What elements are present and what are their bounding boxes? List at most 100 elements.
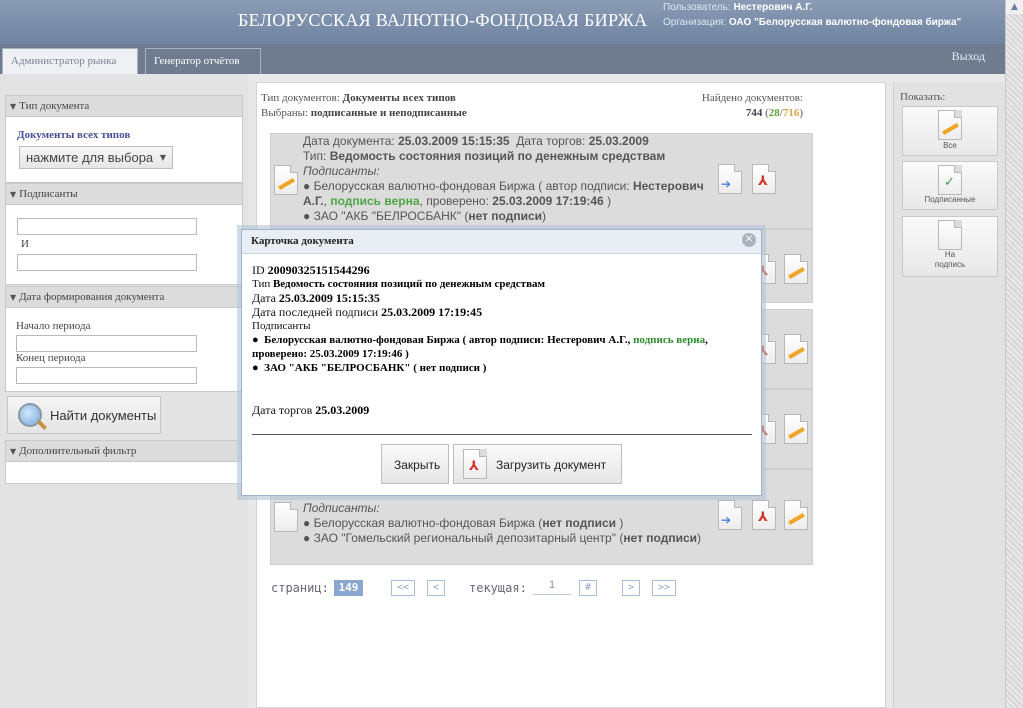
period-end-field[interactable] <box>16 367 197 384</box>
last-page-button[interactable]: >> <box>652 580 676 596</box>
find-documents-button[interactable]: Найти документы <box>7 396 161 434</box>
period-start-field[interactable] <box>16 335 197 352</box>
show-label: Показать: <box>900 91 946 103</box>
document-icon <box>938 110 962 140</box>
doctype-select-button[interactable]: нажмите для выбора ▼ <box>19 146 173 169</box>
found-label: Найдено документов: <box>701 92 803 104</box>
signers-section-header[interactable]: ▼ Подписанты <box>5 183 243 205</box>
doc-signer1-pre: Белорусская валютно-фондовая Биржа ( авт… <box>313 179 630 193</box>
doc5-signer1-status: нет подписи <box>542 516 616 530</box>
found-total: 744 <box>745 107 763 119</box>
org-label: Организация: <box>663 17 727 28</box>
date-section-header[interactable]: ▼ Дата формирования документа <box>5 286 243 308</box>
doc-signer2-pre: ЗАО "АКБ "БЕЛРОСБАНК" ( <box>313 209 469 223</box>
magnifier-icon <box>18 403 42 427</box>
user-name: Нестерович А.Г. <box>733 2 813 13</box>
go-page-button[interactable]: # <box>579 580 597 596</box>
first-page-button[interactable]: << <box>391 580 415 596</box>
select-button-label: нажмите для выбора <box>26 150 154 165</box>
types-value: Документы всех типов <box>342 92 456 104</box>
doc-type-value: Ведомость состояния позиций по денежным … <box>329 149 666 163</box>
signed-document-icon: ✓ <box>938 165 962 195</box>
date-section-label: Дата формирования документа <box>19 291 165 303</box>
period-end-label: Конец периода <box>16 352 86 364</box>
exchange-title: БЕЛОРУССКАЯ ВАЛЮТНО-ФОНДОВАЯ БИРЖА <box>238 10 648 30</box>
current-page-field[interactable] <box>533 576 571 595</box>
doc-signer2-status: нет подписи <box>468 209 543 223</box>
scroll-up-arrow-icon[interactable]: ▲ <box>1006 0 1023 14</box>
selected-label: Выбраны: <box>261 107 309 119</box>
doc-signers-label: Подписанты: <box>303 164 380 178</box>
doc-date-value: 25.03.2009 15:15:35 <box>398 134 510 148</box>
doc5-signers-label: Подписанты: <box>303 501 380 515</box>
signers-section-label: Подписанты <box>19 188 78 200</box>
close-icon[interactable]: ✕ <box>742 233 756 247</box>
doc5-signer1-pre: Белорусская валютно-фондовая Биржа ( <box>313 516 543 530</box>
doctype-section-label: Тип документа <box>19 100 90 112</box>
close-button-label: Закрыть <box>394 458 441 472</box>
tab-report-generator[interactable]: Генератор отчётов <box>145 48 261 74</box>
id-label: ID <box>252 263 265 277</box>
date-value: 25.03.2009 15:15:35 <box>278 291 380 305</box>
filter-sidebar: ▼ Тип документа Документы всех типов нажм… <box>0 74 248 708</box>
next-page-button[interactable]: > <box>622 580 640 596</box>
signer1-pre: Белорусская валютно-фондовая Биржа ( авт… <box>264 334 631 346</box>
close-button[interactable]: Закрыть <box>381 444 449 484</box>
sign-document-icon[interactable]: ➔ <box>718 500 742 530</box>
pdf-icon[interactable]: ⅄ <box>752 164 776 194</box>
document-card-dialog: Карточка документа ✕ ID 2009032515154429… <box>241 229 762 496</box>
document-sign-icon[interactable] <box>784 414 808 444</box>
to-sign-line1: На <box>944 250 956 259</box>
show-to-sign-button[interactable]: На подпись <box>902 216 998 277</box>
download-document-button[interactable]: ⅄ Загрузить документ <box>453 444 622 484</box>
signer-field-2[interactable] <box>17 254 197 271</box>
pagination: страниц: 149 << < текущая: # > >> <box>271 576 676 596</box>
filter-summary: Тип документов: Документы всех типов Выб… <box>261 91 467 121</box>
sign-document-icon[interactable]: ➔ <box>718 164 742 194</box>
app-header: БЕЛОРУССКАЯ ВАЛЮТНО-ФОНДОВАЯ БИРЖА Польз… <box>0 0 1005 44</box>
user-info: Пользователь: Нестерович А.Г. Организаци… <box>663 0 961 30</box>
trade-label: Дата торгов <box>252 403 313 417</box>
signer-field-1[interactable] <box>17 218 197 235</box>
prev-page-button[interactable]: < <box>427 580 445 596</box>
doc-signer1-sep: , <box>323 194 327 208</box>
found-counter: Найдено документов: 744 (28/716) <box>693 91 803 121</box>
total-pages: 149 <box>334 580 363 596</box>
extra-filter-header[interactable]: ▼ Дополнительный фильтр <box>5 440 243 462</box>
show-to-sign-label: На подпись <box>903 250 997 270</box>
date-label: Дата <box>252 291 276 305</box>
doctype-section-body: Документы всех типов нажмите для выбора … <box>5 117 243 183</box>
last-sign-label: Дата последней подписи <box>252 305 379 319</box>
signer1-status: подпись верна <box>633 334 706 346</box>
trade-value: 25.03.2009 <box>315 403 370 417</box>
document-icon <box>938 220 962 250</box>
doc-signer1-status: подпись верна <box>330 194 420 208</box>
last-sign-value: 25.03.2009 17:19:45 <box>381 305 483 319</box>
pdf-icon[interactable]: ⅄ <box>752 500 776 530</box>
doc-trade-label: Дата торгов: <box>516 134 586 148</box>
show-all-button[interactable]: Все <box>902 106 998 156</box>
doctype-value-link[interactable]: Документы всех типов <box>17 129 130 141</box>
document-sign-icon[interactable] <box>784 334 808 364</box>
id-value: 20090325151544296 <box>267 263 370 277</box>
doc-date-label: Дата документа: <box>303 134 395 148</box>
date-section-body: Начало периода Конец периода <box>5 308 243 392</box>
found-signed: 28 <box>768 107 780 119</box>
show-signed-button[interactable]: ✓ Подписанные <box>902 161 998 210</box>
document-sign-icon[interactable] <box>784 254 808 284</box>
show-all-label: Все <box>943 141 957 150</box>
period-start-label: Начало периода <box>16 320 91 332</box>
tab-bar: Администратор рынка Генератор отчётов Вы… <box>0 44 1005 74</box>
bullet: ● <box>252 362 259 374</box>
tab-market-admin[interactable]: Администратор рынка <box>2 48 138 74</box>
page-scrollbar[interactable]: ▲ <box>1005 0 1023 708</box>
found-unsigned: 716 <box>782 107 800 119</box>
current-label: текущая: <box>469 581 527 595</box>
close-paren: ) <box>799 107 803 119</box>
document-sign-icon[interactable] <box>784 500 808 530</box>
logout-link[interactable]: Выход <box>952 49 985 64</box>
find-button-label: Найти документы <box>50 408 157 423</box>
doc-signer1-checked: , проверено: <box>419 194 489 208</box>
doctype-section-header[interactable]: ▼ Тип документа <box>5 95 243 117</box>
document-row[interactable]: Дата документа: 25.03.2009 15:15:35 Дата… <box>270 133 813 229</box>
